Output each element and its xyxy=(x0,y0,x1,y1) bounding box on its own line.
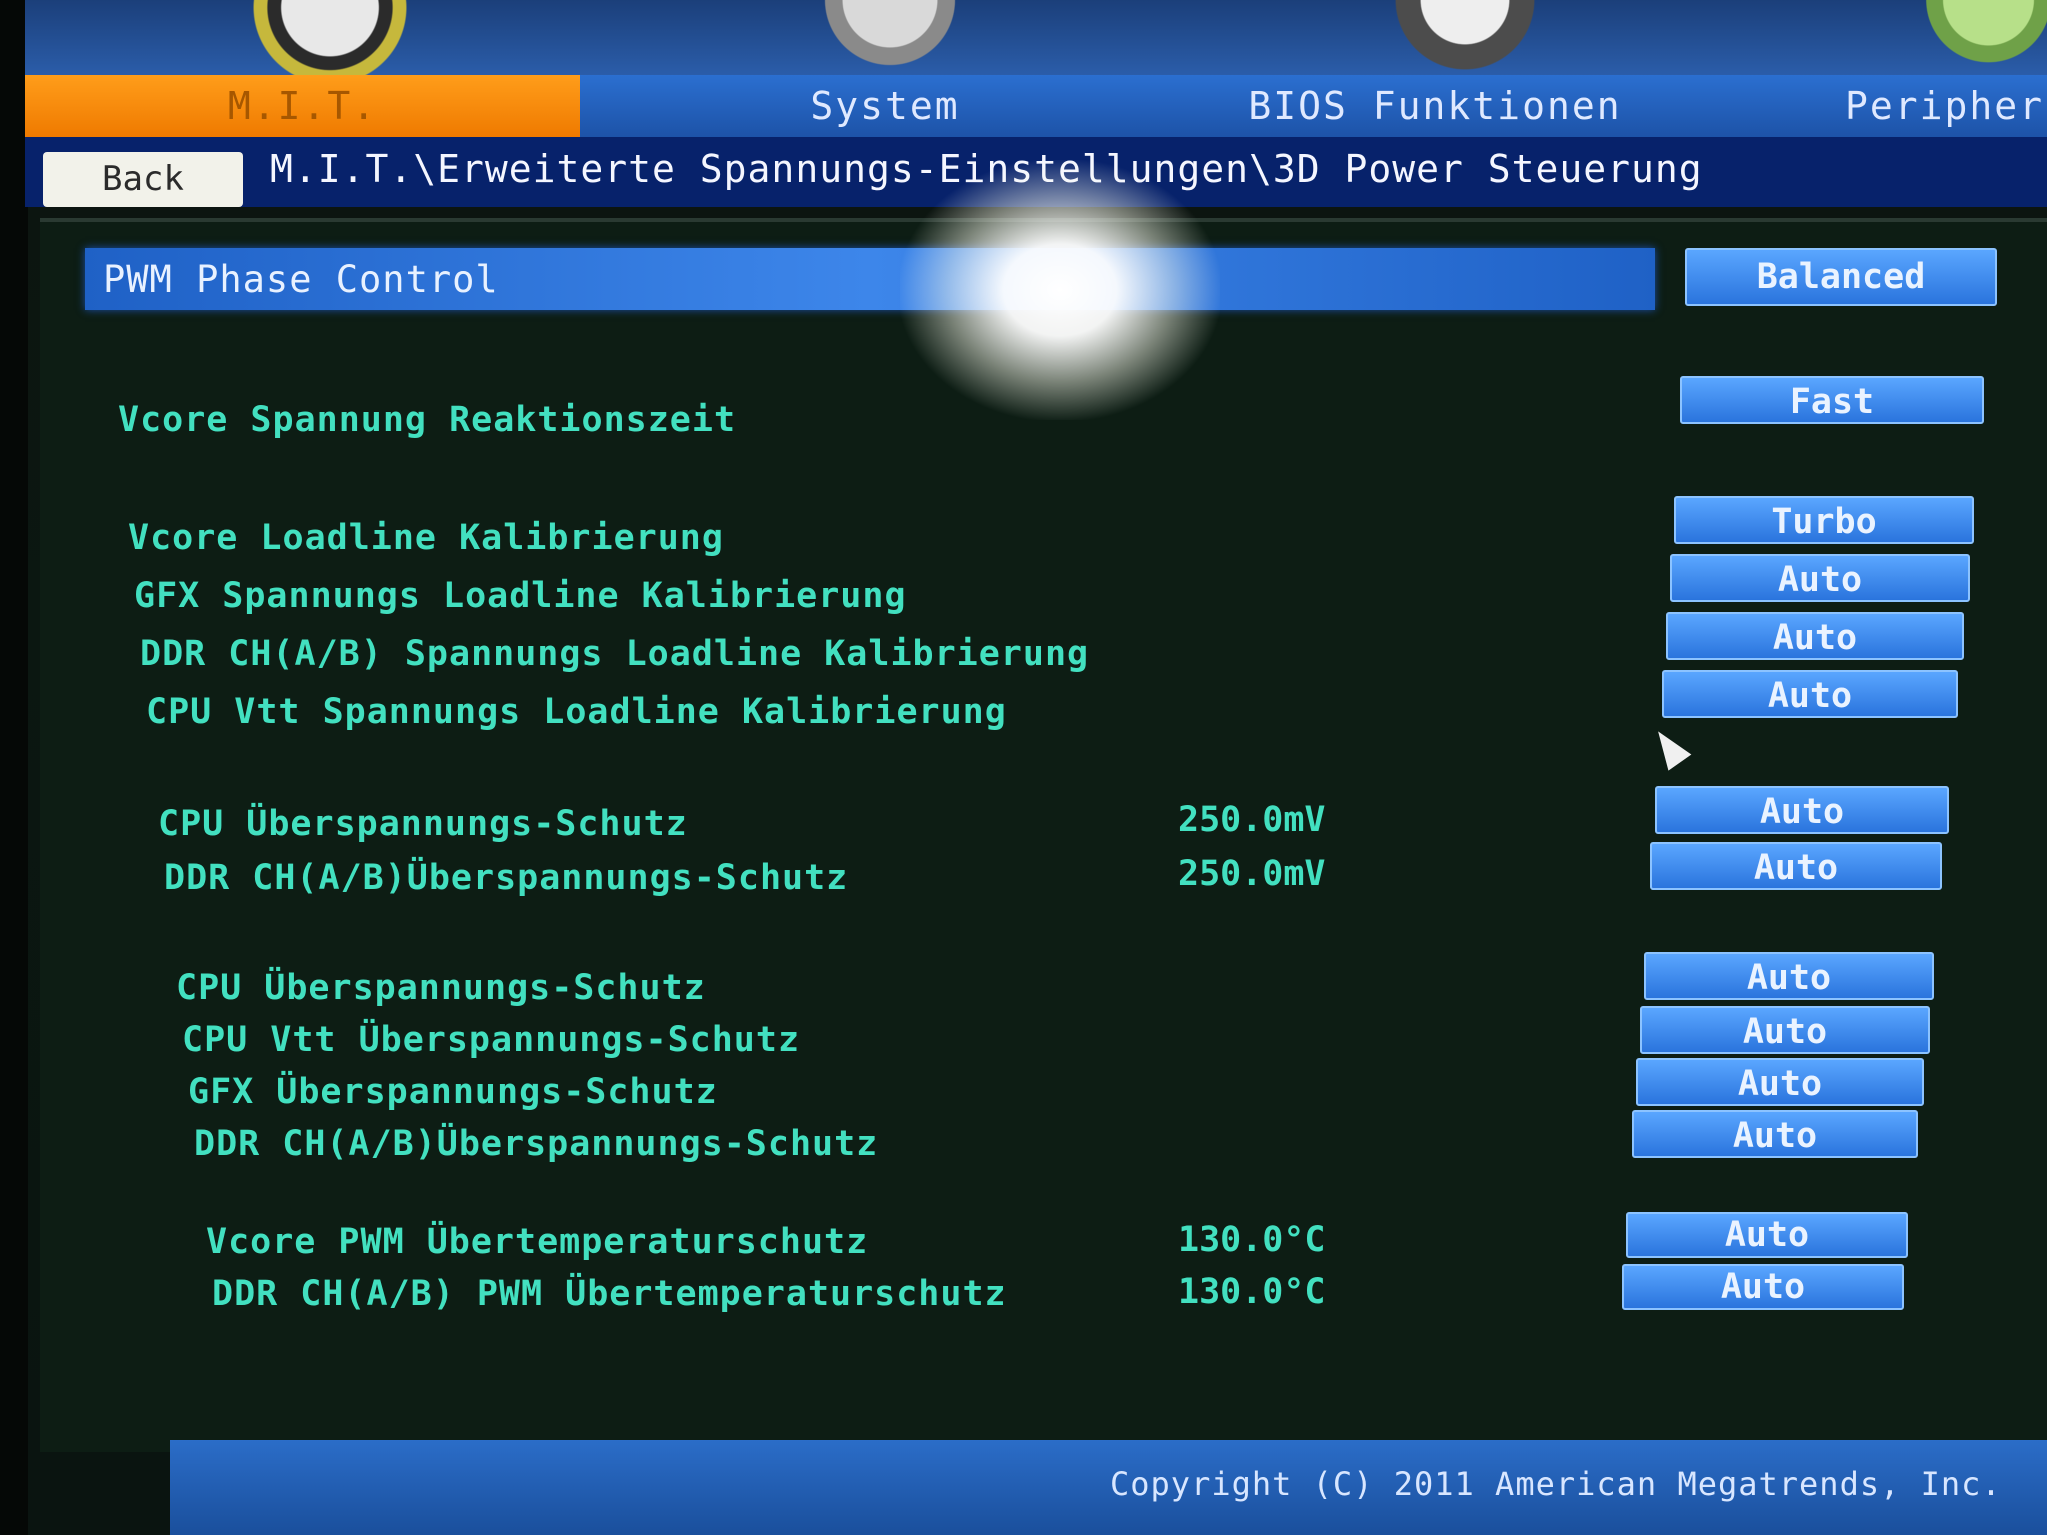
tab-peripherals[interactable]: Peripher xyxy=(1845,75,2047,137)
setting-reading: 250.0mV xyxy=(1178,800,1326,840)
breadcrumb: M.I.T.\Erweiterte Spannungs-Einstellunge… xyxy=(270,147,1703,191)
setting-reading: 250.0mV xyxy=(1178,854,1326,894)
copyright-text: Copyright (C) 2011 American Megatrends, … xyxy=(1110,1465,2002,1503)
setting-reading: 130.0°C xyxy=(1178,1272,1326,1312)
setting-label: GFX Überspannungs-Schutz xyxy=(188,1072,718,1112)
footer-bar: Copyright (C) 2011 American Megatrends, … xyxy=(170,1440,2047,1535)
setting-value-button[interactable]: Fast xyxy=(1680,376,1984,424)
section-title: PWM Phase Control xyxy=(103,258,499,301)
setting-value-button[interactable]: Auto xyxy=(1622,1264,1904,1310)
setting-value-button[interactable]: Auto xyxy=(1632,1110,1918,1158)
gear-icon[interactable] xyxy=(800,0,980,75)
tab-bios-features[interactable]: BIOS Funktionen xyxy=(1205,75,1665,137)
setting-value-button[interactable]: Auto xyxy=(1670,554,1970,602)
setting-label: CPU Vtt Spannungs Loadline Kalibrierung xyxy=(146,692,1007,732)
setting-label: DDR CH(A/B) PWM Übertemperaturschutz xyxy=(212,1274,1007,1314)
back-button[interactable]: Back xyxy=(43,152,243,207)
setting-label: DDR CH(A/B)Überspannungs-Schutz xyxy=(164,858,849,898)
setting-value-button[interactable]: Auto xyxy=(1640,1006,1930,1054)
setting-value-button[interactable]: Auto xyxy=(1636,1058,1924,1106)
setting-label: Vcore Loadline Kalibrierung xyxy=(128,518,724,558)
setting-value-button[interactable]: Auto xyxy=(1626,1212,1908,1258)
setting-value-button[interactable]: Auto xyxy=(1655,786,1949,834)
setting-value-button[interactable]: Auto xyxy=(1662,670,1958,718)
setting-label: DDR CH(A/B) Spannungs Loadline Kalibrier… xyxy=(140,634,1090,674)
setting-label: CPU Überspannungs-Schutz xyxy=(158,804,688,844)
setting-value-button[interactable]: Auto xyxy=(1650,842,1942,890)
setting-label: CPU Vtt Überspannungs-Schutz xyxy=(182,1020,801,1060)
setting-label: Vcore Spannung Reaktionszeit xyxy=(118,400,737,440)
chip-icon[interactable] xyxy=(1365,0,1565,75)
setting-label: DDR CH(A/B)Überspannungs-Schutz xyxy=(194,1124,879,1164)
setting-label: CPU Überspannungs-Schutz xyxy=(176,968,706,1008)
setting-value-button[interactable]: Turbo xyxy=(1674,496,1974,544)
gauge-icon[interactable] xyxy=(210,0,450,75)
main-tabs: M.I.T. System BIOS Funktionen Peripher xyxy=(25,75,2047,137)
expansion-card-icon[interactable] xyxy=(1905,0,2047,75)
breadcrumb-bar: Back M.I.T.\Erweiterte Spannungs-Einstel… xyxy=(25,137,2047,207)
setting-value-button[interactable]: Auto xyxy=(1644,952,1934,1000)
setting-label: GFX Spannungs Loadline Kalibrierung xyxy=(134,576,907,616)
bios-screen: M.I.T. System BIOS Funktionen Peripher B… xyxy=(0,0,2047,1535)
tab-mit[interactable]: M.I.T. xyxy=(25,75,580,137)
pwm-phase-control-row[interactable]: PWM Phase Control xyxy=(85,248,1655,310)
setting-reading: 130.0°C xyxy=(1178,1220,1326,1260)
tab-system[interactable]: System xyxy=(725,75,1045,137)
setting-label: Vcore PWM Übertemperaturschutz xyxy=(206,1222,869,1262)
bezel-edge xyxy=(0,0,28,1535)
pwm-phase-control-value[interactable]: Balanced xyxy=(1685,248,1997,306)
setting-value-button[interactable]: Auto xyxy=(1666,612,1964,660)
